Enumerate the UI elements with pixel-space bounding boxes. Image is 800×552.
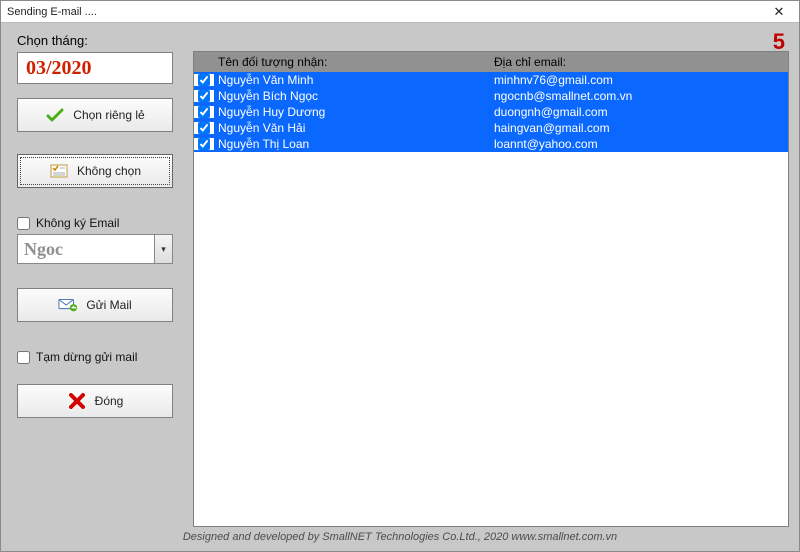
header-email: Địa chỉ email: [492,55,788,69]
list-body[interactable]: Nguyễn Văn Minhminhnv76@gmail.comNguyễn … [194,72,788,526]
table-row[interactable]: Nguyễn Huy Dươngduongnh@gmail.com [194,104,788,120]
recipients-list: Tên đối tượng nhận: Địa chỉ email: Nguyễ… [193,51,789,527]
window-title: Sending E-mail .... [7,6,97,18]
close-label: Đóng [95,394,124,408]
row-checkbox[interactable] [198,122,210,134]
row-email: minhnv76@gmail.com [492,73,788,87]
row-email: ngocnb@smallnet.com.vn [492,89,788,103]
row-name: Nguyễn Huy Dương [214,105,492,119]
row-email: haingvan@gmail.com [492,121,788,135]
footer-text: Designed and developed by SmallNET Techn… [11,527,789,545]
titlebar: Sending E-mail .... ✕ [1,1,799,23]
unselect-label: Không chọn [77,164,141,178]
row-name: Nguyễn Văn Hải [214,121,492,135]
select-some-button[interactable]: Chọn riêng lẻ [17,98,173,132]
cross-icon [67,393,87,409]
check-icon [45,107,65,123]
row-check-cell [194,74,214,86]
row-checkbox[interactable] [198,138,210,150]
row-email: duongnh@gmail.com [492,105,788,119]
left-panel: Chọn tháng: 03/2020 Chọn riêng lẻ [11,33,179,527]
window-close-button[interactable]: ✕ [763,3,795,21]
content-area: 5 Chọn tháng: 03/2020 Chọn riêng lẻ [1,23,799,551]
close-icon: ✕ [774,4,785,20]
row-check-cell [194,122,214,134]
list-header: Tên đối tượng nhận: Địa chỉ email: [194,52,788,72]
row-check-cell [194,90,214,102]
right-panel: Tên đối tượng nhận: Địa chỉ email: Nguyễ… [193,51,789,527]
signer-value: Ngoc [17,234,155,264]
row-name: Nguyễn Văn Minh [214,73,492,87]
close-button[interactable]: Đóng [17,384,173,418]
signer-combo[interactable]: Ngoc ▾ [17,234,173,264]
header-name: Tên đối tượng nhận: [214,55,492,69]
mail-send-icon [58,297,78,313]
counter-number: 5 [773,29,785,55]
chevron-down-icon[interactable]: ▾ [155,234,173,264]
row-checkbox[interactable] [198,90,210,102]
row-email: loannt@yahoo.com [492,137,788,151]
no-sign-checkbox[interactable] [17,217,30,230]
table-row[interactable]: Nguyễn Thị Loanloannt@yahoo.com [194,136,788,152]
table-row[interactable]: Nguyễn Văn Hảihaingvan@gmail.com [194,120,788,136]
pause-label: Tạm dừng gửi mail [36,350,137,364]
pause-checkbox-row[interactable]: Tạm dừng gửi mail [17,350,173,364]
table-row[interactable]: Nguyễn Văn Minhminhnv76@gmail.com [194,72,788,88]
no-sign-checkbox-row[interactable]: Không ký Email [17,216,173,230]
no-sign-label: Không ký Email [36,216,119,230]
row-name: Nguyễn Bích Ngọc [214,89,492,103]
row-check-cell [194,106,214,118]
send-mail-label: Gửi Mail [86,298,131,312]
row-check-cell [194,138,214,150]
month-value: 03/2020 [26,57,92,80]
row-checkbox[interactable] [198,74,210,86]
select-some-label: Chọn riêng lẻ [73,108,144,122]
month-label: Chọn tháng: [11,33,179,48]
row-name: Nguyễn Thị Loan [214,137,492,151]
checklist-icon [49,163,69,179]
window-root: Sending E-mail .... ✕ 5 Chọn tháng: 03/2… [0,0,800,552]
pause-checkbox[interactable] [17,351,30,364]
send-mail-button[interactable]: Gửi Mail [17,288,173,322]
unselect-button[interactable]: Không chọn [17,154,173,188]
main-row: Chọn tháng: 03/2020 Chọn riêng lẻ [11,33,789,527]
month-field[interactable]: 03/2020 [17,52,173,84]
row-checkbox[interactable] [198,106,210,118]
table-row[interactable]: Nguyễn Bích Ngọcngocnb@smallnet.com.vn [194,88,788,104]
